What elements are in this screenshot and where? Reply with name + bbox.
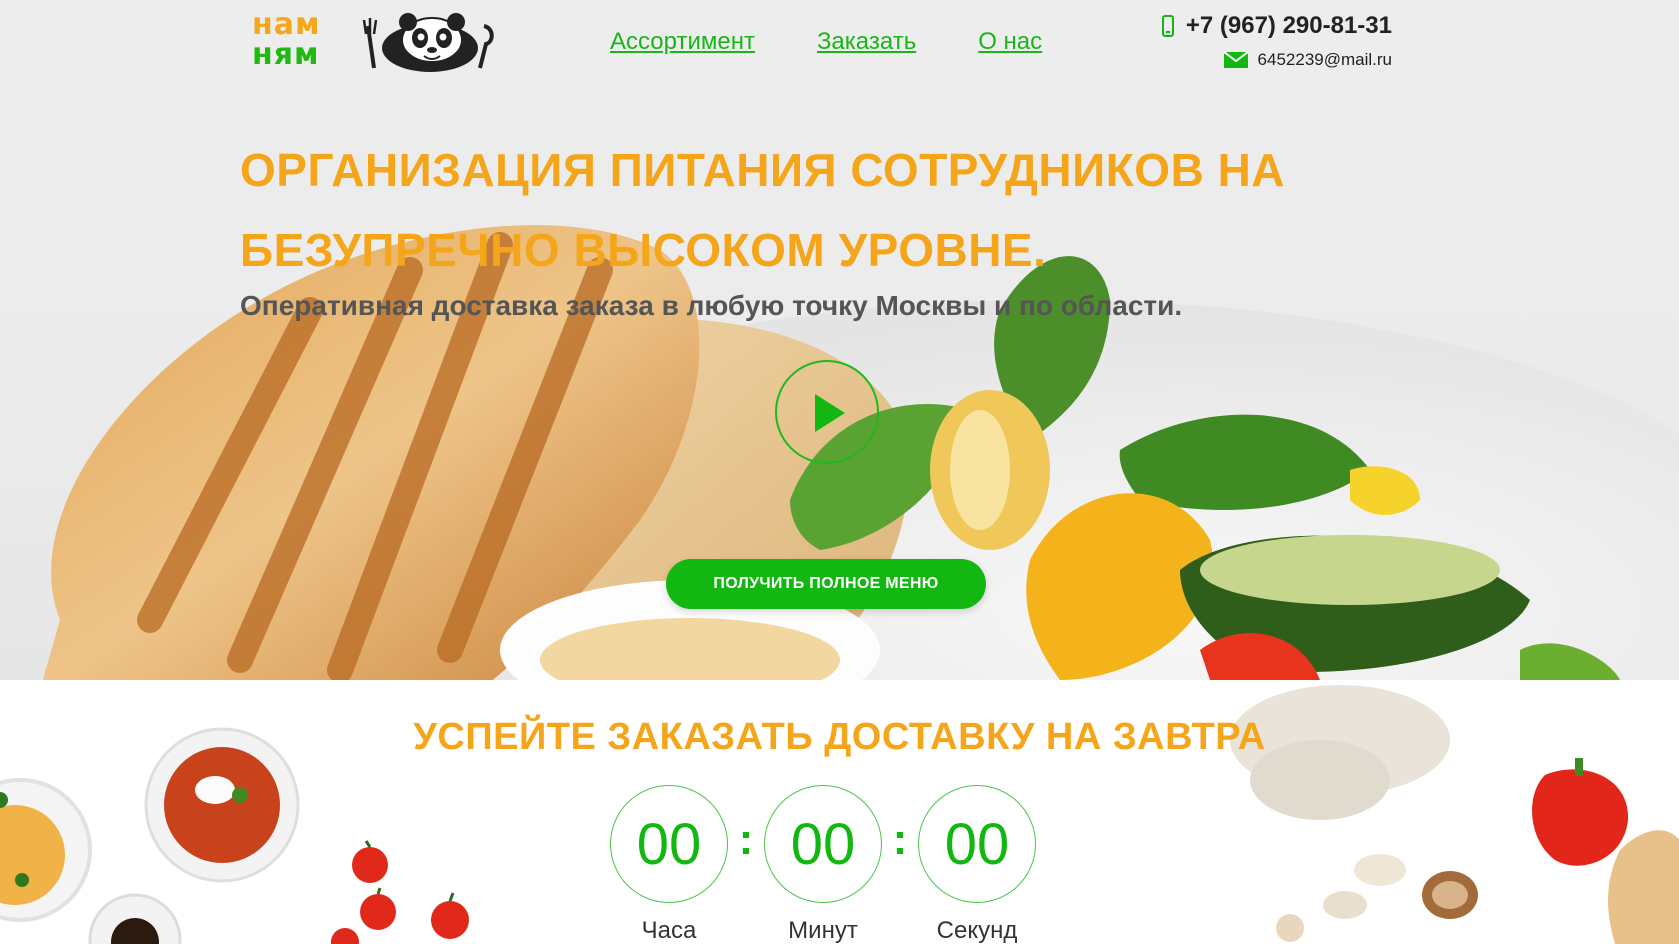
email-address[interactable]: 6452239@mail.ru xyxy=(1258,50,1392,70)
nav-link-assortment[interactable]: Ассортимент xyxy=(610,28,755,56)
logo-line-2: ням xyxy=(252,37,320,72)
timer-seconds: 00 Секунд xyxy=(918,785,1036,944)
hours-value: 00 xyxy=(610,785,728,903)
video-play-button[interactable] xyxy=(775,360,879,464)
hero-subtitle: Оперативная доставка заказа в любую точк… xyxy=(240,290,1183,321)
contact-block: +7 (967) 290-81-31 6452239@mail.ru xyxy=(1161,12,1392,70)
countdown-timer: 00 Часа : 00 Минут : 00 Секунд xyxy=(610,785,1036,944)
minutes-label: Минут xyxy=(788,917,858,944)
minutes-value: 00 xyxy=(764,785,882,903)
timer-separator: : xyxy=(892,815,908,864)
mail-icon xyxy=(1223,52,1248,68)
play-icon xyxy=(815,394,845,432)
timer-minutes: 00 Минут xyxy=(764,785,882,944)
countdown-title: УСПЕЙТЕ ЗАКАЗАТЬ ДОСТАВКУ НА ЗАВТРА xyxy=(413,716,1266,758)
main-nav: Ассортимент Заказать О нас xyxy=(610,28,1042,56)
nav-link-about[interactable]: О нас xyxy=(978,28,1042,56)
hours-label: Часа xyxy=(641,917,697,944)
countdown-section: УСПЕЙТЕ ЗАКАЗАТЬ ДОСТАВКУ НА ЗАВТРА 00 Ч… xyxy=(0,680,1679,944)
nav-link-order[interactable]: Заказать xyxy=(817,28,916,56)
logo[interactable]: нам ням xyxy=(252,10,502,78)
logo-text: нам ням xyxy=(252,10,321,70)
seconds-label: Секунд xyxy=(936,917,1018,944)
mail-row: 6452239@mail.ru xyxy=(1162,50,1392,70)
panda-logo-icon xyxy=(362,13,494,72)
timer-hours: 00 Часа xyxy=(610,785,728,944)
hero-title: ОРГАНИЗАЦИЯ ПИТАНИЯ СОТРУДНИКОВ НА БЕЗУП… xyxy=(240,144,1286,276)
phone-row: +7 (967) 290-81-31 xyxy=(1161,12,1392,40)
phone-number[interactable]: +7 (967) 290-81-31 xyxy=(1186,12,1392,40)
site-header: нам ням Ассортимент Заказать О нас +7 (9… xyxy=(0,0,1679,90)
phone-icon xyxy=(1161,15,1174,37)
get-full-menu-button[interactable]: ПОЛУЧИТЬ ПОЛНОЕ МЕНЮ xyxy=(666,559,986,609)
timer-separator: : xyxy=(738,815,754,864)
hero-section: нам ням Ассортимент Заказать О нас +7 (9… xyxy=(0,0,1679,680)
logo-line-1: нам xyxy=(252,7,321,42)
seconds-value: 00 xyxy=(918,785,1036,903)
